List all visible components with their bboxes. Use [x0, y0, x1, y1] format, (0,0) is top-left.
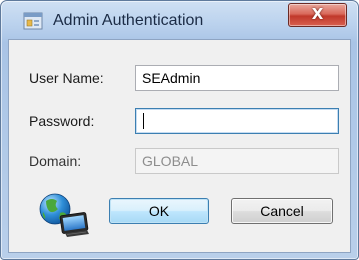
title-bar[interactable]: Admin Authentication X [1, 1, 358, 39]
dialog-body: User Name: Password: Domain: [8, 39, 351, 253]
cancel-button[interactable]: Cancel [231, 198, 333, 224]
domain-label: Domain: [29, 153, 82, 169]
app-window-icon [23, 12, 43, 30]
text-caret [143, 113, 144, 129]
username-input[interactable] [135, 65, 339, 91]
ok-button[interactable]: OK [109, 198, 209, 224]
window-title: Admin Authentication [53, 12, 204, 29]
close-button[interactable]: X [288, 3, 347, 27]
close-icon: X [311, 5, 324, 23]
domain-input [135, 148, 339, 174]
globe-computer-network-icon [37, 192, 93, 240]
admin-auth-dialog: Admin Authentication X User Name: Passwo… [0, 0, 359, 260]
username-label: User Name: [29, 70, 104, 86]
password-label: Password: [29, 113, 95, 129]
password-input[interactable] [135, 108, 339, 134]
